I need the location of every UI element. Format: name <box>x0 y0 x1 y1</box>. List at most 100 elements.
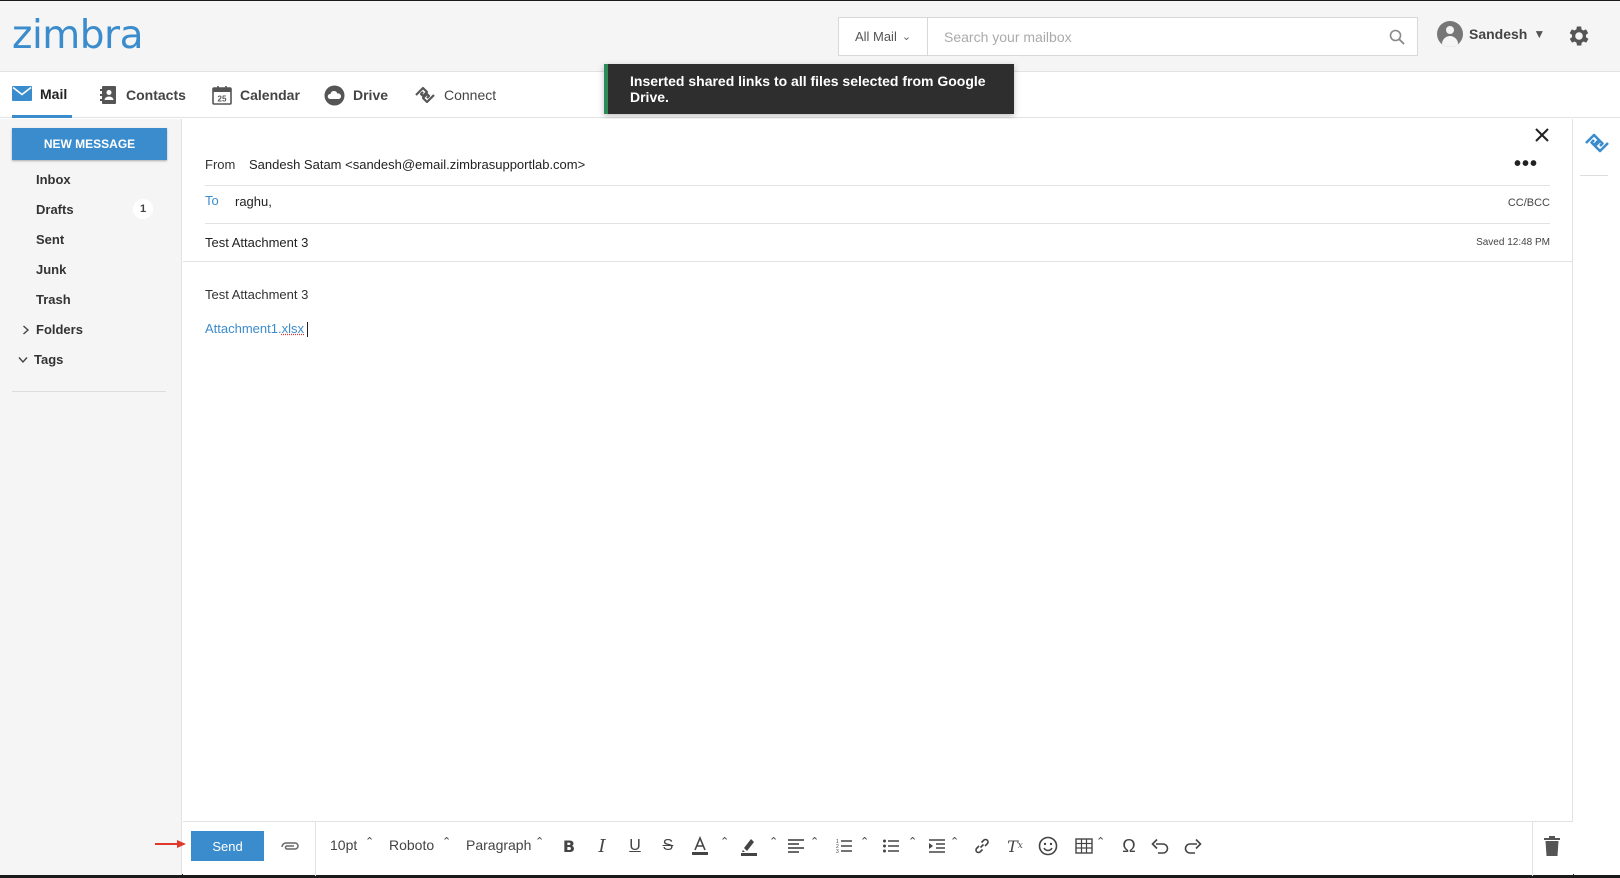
bullet-list-icon[interactable] <box>880 834 902 858</box>
redo-icon[interactable] <box>1182 834 1204 858</box>
search-scope-label: All Mail <box>854 29 897 44</box>
chevron-up-icon[interactable]: ⌃ <box>860 835 869 848</box>
tab-contacts-label: Contacts <box>126 87 186 103</box>
search-icon[interactable] <box>1377 18 1417 55</box>
sidebar-folders-group[interactable]: Folders <box>22 322 83 337</box>
sidebar-divider <box>12 391 166 392</box>
chevron-up-icon[interactable]: ⌃ <box>535 835 544 848</box>
chevron-up-icon[interactable]: ⌃ <box>1096 835 1105 848</box>
toolbar-divider <box>315 822 316 876</box>
divider <box>205 185 1550 186</box>
chevron-up-icon[interactable]: ⌃ <box>365 835 374 848</box>
contacts-icon <box>100 86 116 104</box>
font-family-select[interactable]: Roboto <box>389 837 434 853</box>
tab-connect[interactable]: Connect <box>414 72 496 118</box>
avatar <box>1437 21 1463 47</box>
caret-down-icon: ▼ <box>1533 27 1546 41</box>
tab-contacts[interactable]: Contacts <box>100 72 186 118</box>
sidebar-item-drafts[interactable]: Drafts <box>36 202 74 217</box>
header: zimbra All Mail ⌄ Sandesh ▼ <box>0 1 1620 72</box>
tab-drive[interactable]: Drive <box>324 72 388 118</box>
font-size-select[interactable]: 10pt <box>330 837 357 853</box>
link-icon[interactable] <box>971 834 993 858</box>
arrow-right-icon <box>155 840 186 848</box>
bold-icon[interactable]: B <box>558 834 580 858</box>
tab-drive-label: Drive <box>353 87 389 103</box>
align-left-icon[interactable] <box>785 834 807 858</box>
highlight-color-icon[interactable] <box>738 834 760 858</box>
attachment-link[interactable]: Attachment1.xlsx <box>205 321 308 338</box>
app-window: zimbra All Mail ⌄ Sandesh ▼ Mail <box>0 0 1620 878</box>
tab-mail[interactable]: Mail <box>12 72 72 118</box>
right-rail <box>1574 119 1620 875</box>
chevron-up-icon[interactable]: ⌃ <box>442 835 451 848</box>
toast-notification: Inserted shared links to all files selec… <box>604 64 1014 114</box>
subject-field[interactable]: Test Attachment 3 <box>205 235 308 250</box>
user-name: Sandesh <box>1469 26 1528 42</box>
sidebar-item-sent[interactable]: Sent <box>36 232 64 247</box>
toolbar-divider <box>1532 822 1533 876</box>
paperclip-icon[interactable] <box>280 836 300 856</box>
chevron-up-icon[interactable]: ⌃ <box>769 835 778 848</box>
special-character-icon[interactable]: Ω <box>1118 834 1140 858</box>
more-options-icon[interactable]: ••• <box>1514 153 1538 176</box>
svg-text:3: 3 <box>836 849 839 854</box>
numbered-list-icon[interactable]: 123 <box>833 834 855 858</box>
search-scope-dropdown[interactable]: All Mail ⌄ <box>839 18 928 55</box>
tab-calendar[interactable]: 25 Calendar <box>212 72 300 118</box>
emoji-icon[interactable] <box>1037 834 1059 858</box>
chevron-up-icon[interactable]: ⌃ <box>720 835 729 848</box>
paragraph-format-select[interactable]: Paragraph <box>466 837 531 853</box>
indent-icon[interactable] <box>926 834 948 858</box>
rail-divider <box>1580 175 1608 176</box>
message-body-text[interactable]: Test Attachment 3 <box>205 287 308 302</box>
undo-icon[interactable] <box>1149 834 1171 858</box>
sidebar-item-inbox[interactable]: Inbox <box>36 172 71 187</box>
tags-label: Tags <box>34 352 64 367</box>
table-icon[interactable] <box>1073 834 1095 858</box>
strikethrough-icon[interactable]: S <box>657 834 679 858</box>
divider <box>183 261 1573 262</box>
user-menu[interactable]: Sandesh ▼ <box>1437 21 1545 47</box>
folders-label: Folders <box>36 322 83 337</box>
saved-status: Saved 12:48 PM <box>1476 237 1550 248</box>
chevron-up-icon[interactable]: ⌃ <box>908 835 917 848</box>
trash-icon[interactable] <box>1544 836 1560 856</box>
to-row: To raghu, CC/BCC <box>205 193 1550 223</box>
mail-icon <box>12 86 32 101</box>
clear-formatting-icon[interactable]: Tx <box>1004 834 1026 858</box>
compose-pane: From Sandesh Satam <sandesh@email.zimbra… <box>155 119 1573 876</box>
tab-mail-label: Mail <box>40 85 68 102</box>
cloud-icon <box>324 85 345 105</box>
sidebar-item-trash[interactable]: Trash <box>36 292 71 307</box>
sidebar-item-junk[interactable]: Junk <box>36 262 66 277</box>
new-message-button[interactable]: NEW MESSAGE <box>12 128 167 160</box>
to-label[interactable]: To <box>205 193 219 208</box>
send-button[interactable]: Send <box>191 831 264 861</box>
search-bar: All Mail ⌄ <box>838 17 1418 56</box>
from-select[interactable]: Sandesh Satam <sandesh@email.zimbrasuppo… <box>249 157 585 172</box>
chevron-up-icon[interactable]: ⌃ <box>810 835 819 848</box>
chevron-right-icon <box>23 324 30 335</box>
gear-icon[interactable] <box>1566 23 1592 54</box>
tab-calendar-label: Calendar <box>240 87 300 103</box>
connect-icon[interactable] <box>1584 132 1610 154</box>
drafts-count-badge: 1 <box>133 199 153 219</box>
from-label: From <box>205 157 236 172</box>
tab-connect-label: Connect <box>444 87 497 103</box>
zimbra-logo[interactable]: zimbra <box>12 13 144 58</box>
italic-icon[interactable]: I <box>591 834 613 858</box>
chevron-down-icon: ⌄ <box>901 31 912 43</box>
to-field[interactable]: raghu, <box>235 194 272 209</box>
connect-icon <box>415 86 435 104</box>
search-input[interactable] <box>928 18 1377 55</box>
underline-icon[interactable]: U <box>624 834 646 858</box>
chevron-up-icon[interactable]: ⌃ <box>950 835 959 848</box>
text-cursor <box>307 322 308 338</box>
compose-toolbar: Send 10pt ⌃ Roboto ⌃ Paragraph ⌃ B I U S… <box>155 821 1573 876</box>
calendar-icon: 25 <box>212 86 232 105</box>
sidebar-tags-group[interactable]: Tags <box>18 352 63 367</box>
text-color-icon[interactable] <box>689 834 711 858</box>
cc-bcc-button[interactable]: CC/BCC <box>1508 197 1550 209</box>
close-icon[interactable] <box>1535 125 1549 148</box>
